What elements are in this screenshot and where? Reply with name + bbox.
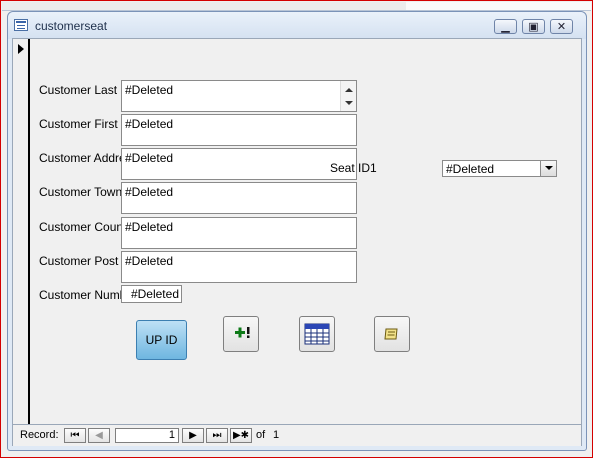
record-label: Record: bbox=[20, 429, 59, 441]
last-record-button[interactable]: ⏭ bbox=[206, 428, 228, 443]
label-post-code: Customer Post C bbox=[39, 254, 121, 268]
current-record-input[interactable]: 1 bbox=[115, 428, 179, 443]
label-county: Customer County bbox=[39, 220, 121, 234]
scroll-up-icon[interactable] bbox=[345, 88, 353, 92]
add-record-button[interactable] bbox=[223, 316, 259, 352]
label-town: Customer Town bbox=[39, 185, 121, 199]
report-button[interactable] bbox=[374, 316, 410, 352]
scroll-down-icon[interactable] bbox=[345, 101, 353, 105]
total-records: 1 bbox=[273, 429, 280, 441]
datasheet-icon bbox=[304, 323, 330, 345]
post-code-value: #Deleted bbox=[125, 254, 174, 268]
datasheet-button[interactable] bbox=[299, 316, 335, 352]
previous-record-button[interactable]: ◀ bbox=[88, 428, 110, 443]
last-name-scrollbar[interactable] bbox=[340, 81, 356, 111]
record-navigation-bar: Record: ⏮ ◀ 1 ▶ ⏭ ▶✱ of 1 bbox=[13, 424, 581, 446]
address-field[interactable]: #Deleted bbox=[121, 148, 357, 180]
town-value: #Deleted bbox=[125, 185, 174, 199]
title-bar[interactable]: customerseat ▁ ▣ ✕ bbox=[8, 12, 586, 39]
close-button[interactable]: ✕ bbox=[550, 19, 573, 34]
label-first-name: Customer First N bbox=[39, 117, 121, 131]
new-record-icon: ▶✱ bbox=[232, 430, 250, 441]
post-code-field[interactable]: #Deleted bbox=[121, 251, 357, 283]
window-title: customerseat bbox=[35, 19, 108, 33]
new-record-button[interactable]: ▶✱ bbox=[230, 428, 252, 443]
minimize-icon: ▁ bbox=[501, 20, 510, 33]
label-address: Customer Addre bbox=[39, 151, 121, 165]
form-icon bbox=[14, 19, 28, 31]
form-window: customerseat ▁ ▣ ✕ Customer Last N #Dele… bbox=[7, 11, 587, 451]
number-field[interactable]: #Deleted bbox=[121, 285, 182, 303]
last-name-value: #Deleted bbox=[125, 83, 174, 97]
restore-button[interactable]: ▣ bbox=[522, 19, 545, 34]
next-record-button[interactable]: ▶ bbox=[182, 428, 204, 443]
first-record-button[interactable]: ⏮ bbox=[64, 428, 86, 443]
up-id-button[interactable]: UP ID bbox=[136, 320, 187, 360]
first-record-icon: ⏮ bbox=[70, 430, 80, 441]
first-name-value: #Deleted bbox=[125, 117, 174, 131]
minimize-button[interactable]: ▁ bbox=[494, 19, 517, 34]
restore-icon: ▣ bbox=[528, 20, 539, 33]
label-number: Customer Numb bbox=[39, 288, 121, 302]
seat-id-combo[interactable]: #Deleted bbox=[442, 160, 557, 177]
label-last-name: Customer Last N bbox=[39, 83, 121, 97]
previous-record-icon: ◀ bbox=[95, 430, 103, 441]
close-icon: ✕ bbox=[556, 20, 567, 33]
town-field[interactable]: #Deleted bbox=[121, 182, 357, 214]
current-record-arrow-icon bbox=[18, 44, 24, 54]
county-value: #Deleted bbox=[125, 220, 174, 234]
background-strip-right bbox=[406, 2, 591, 10]
next-record-icon: ▶ bbox=[189, 430, 197, 441]
last-record-icon: ⏭ bbox=[212, 430, 222, 441]
address-value: #Deleted bbox=[125, 151, 174, 165]
first-name-field[interactable]: #Deleted bbox=[121, 114, 357, 146]
label-seat-id: Seat ID1 bbox=[330, 161, 377, 175]
number-value: #Deleted bbox=[130, 287, 179, 301]
add-record-icon bbox=[235, 327, 250, 338]
seat-id-value: #Deleted bbox=[446, 162, 495, 176]
last-name-field[interactable]: #Deleted bbox=[121, 80, 357, 112]
form-body: Customer Last N #Deleted Customer First … bbox=[12, 38, 582, 446]
county-field[interactable]: #Deleted bbox=[121, 217, 357, 249]
record-selector[interactable] bbox=[13, 39, 30, 424]
report-icon bbox=[384, 328, 398, 340]
dropdown-arrow-icon[interactable] bbox=[540, 161, 556, 176]
of-label: of bbox=[256, 429, 266, 441]
